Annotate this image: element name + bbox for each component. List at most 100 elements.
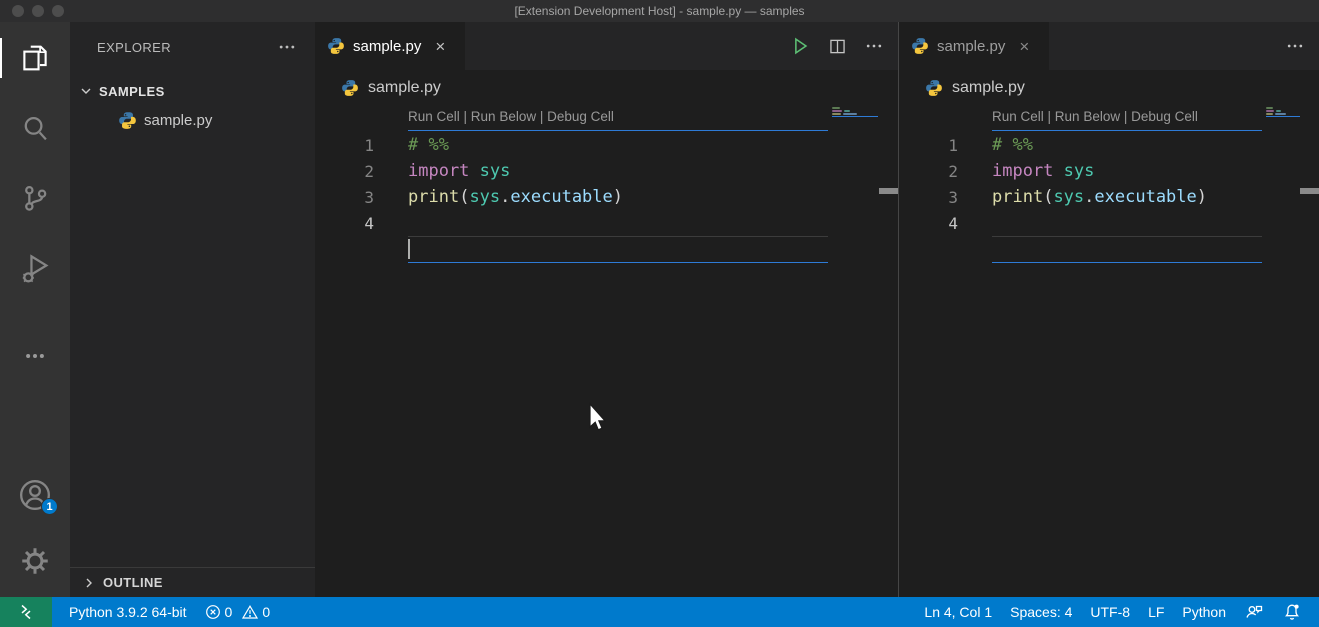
sidebar-section-samples[interactable]: SAMPLES: [70, 79, 315, 103]
tab-sample-py[interactable]: sample.py ×: [315, 22, 465, 70]
codelens-separator: |: [1043, 109, 1055, 124]
code-token: sys: [1063, 161, 1095, 181]
codelens-link[interactable]: Run Below: [471, 109, 536, 124]
explorer-view-button[interactable]: [0, 34, 70, 82]
more-views-button[interactable]: [0, 332, 70, 380]
editor-group-2: sample.py × sample.py Run Cell | Run Bel…: [899, 22, 1319, 597]
minimap[interactable]: [1266, 107, 1300, 117]
eol-status[interactable]: LF: [1139, 597, 1173, 627]
run-python-file-button[interactable]: [789, 35, 811, 57]
line-content: import sys: [958, 161, 1094, 181]
zoom-window-button[interactable]: [52, 5, 64, 17]
code-line[interactable]: 3 print(sys.executable): [315, 184, 898, 210]
codelens-link[interactable]: Debug Cell: [1131, 109, 1198, 124]
code-line[interactable]: 4: [899, 210, 1319, 236]
tab-sample-py[interactable]: sample.py ×: [899, 22, 1049, 70]
code-token: ): [612, 187, 624, 207]
python-icon: [925, 79, 943, 97]
tab-label: sample.py: [353, 37, 422, 55]
cell-border-top: [408, 130, 828, 131]
status-bar: Python 3.9.2 64-bit 0 0 Ln 4, Col 1 Spac…: [0, 597, 1319, 627]
mouse-cursor: [583, 402, 607, 434]
cursor-position-status[interactable]: Ln 4, Col 1: [915, 597, 1001, 627]
minimize-window-button[interactable]: [32, 5, 44, 17]
breadcrumb[interactable]: sample.py: [899, 70, 1319, 106]
run-debug-view-button[interactable]: [0, 244, 70, 292]
codelens: Run Cell | Run Below | Debug Cell: [992, 109, 1198, 124]
code-token: .: [500, 187, 511, 207]
interpreter-label: Python 3.9.2 64-bit: [69, 604, 187, 620]
code-token: executable: [1094, 187, 1197, 207]
line-number: 4: [364, 213, 374, 233]
line-number: 1: [364, 135, 374, 155]
problems-status[interactable]: 0 0: [196, 597, 286, 627]
breadcrumb[interactable]: sample.py: [315, 70, 898, 106]
encoding-status[interactable]: UTF-8: [1081, 597, 1139, 627]
eol-label: LF: [1148, 604, 1165, 620]
more-actions-button[interactable]: [864, 36, 884, 56]
codelens-link[interactable]: Run Cell: [992, 109, 1044, 124]
breadcrumb-file[interactable]: sample.py: [952, 79, 1025, 97]
remote-indicator[interactable]: [0, 597, 52, 627]
code-line[interactable]: 1 # %%: [899, 132, 1319, 158]
chevron-down-icon: [78, 83, 94, 99]
error-icon: [205, 604, 221, 620]
close-tab-icon[interactable]: ×: [1019, 38, 1029, 55]
split-editor-button[interactable]: [827, 36, 848, 57]
code-token: print: [408, 187, 460, 207]
feedback-button[interactable]: [1235, 597, 1273, 627]
manage-settings-button[interactable]: [0, 537, 70, 585]
codelens-separator: |: [536, 109, 548, 124]
code-token: sys: [479, 161, 511, 181]
code-editor[interactable]: Run Cell | Run Below | Debug Cell 1 # %% 2…: [315, 106, 898, 597]
python-interpreter-status[interactable]: Python 3.9.2 64-bit: [60, 597, 196, 627]
close-tab-icon[interactable]: ×: [435, 38, 445, 55]
line-content: print(sys.executable): [374, 187, 623, 207]
code-token: sys: [1053, 187, 1085, 207]
code-line[interactable]: 2 import sys: [315, 158, 898, 184]
sidebar-section-outline[interactable]: OUTLINE: [70, 567, 315, 597]
search-view-button[interactable]: [0, 104, 70, 152]
code-token: import: [992, 161, 1064, 181]
minimap[interactable]: [832, 107, 878, 117]
codelens-link[interactable]: Debug Cell: [547, 109, 614, 124]
scrollbar-cursor-marker[interactable]: [1300, 188, 1319, 194]
code-line[interactable]: 1 # %%: [315, 132, 898, 158]
activity-bar: 1: [0, 22, 70, 597]
code-line[interactable]: 3 print(sys.executable): [899, 184, 1319, 210]
sidebar-title: EXPLORER: [97, 39, 172, 55]
cell-border-top: [992, 130, 1262, 131]
close-window-button[interactable]: [12, 5, 24, 17]
accounts-button[interactable]: 1: [0, 471, 70, 519]
python-icon: [911, 37, 929, 55]
warning-icon: [242, 604, 259, 620]
line-content: # %%: [374, 135, 449, 155]
search-icon: [18, 111, 52, 145]
section-label: SAMPLES: [99, 83, 165, 99]
bell-icon: [1282, 602, 1302, 622]
scrollbar-cursor-marker[interactable]: [879, 188, 898, 194]
code-lines: 1 # %% 2 import sys 3 print(sys.executable) 4: [315, 132, 898, 236]
indentation-status[interactable]: Spaces: 4: [1001, 597, 1081, 627]
more-actions-button[interactable]: [1285, 36, 1305, 56]
settings-gear-icon: [17, 543, 53, 579]
line-number: 2: [948, 161, 958, 181]
code-token: sys: [469, 187, 501, 207]
title-bar: [Extension Development Host] - sample.py…: [0, 0, 1319, 22]
code-editor[interactable]: Run Cell | Run Below | Debug Cell 1 # %% 2…: [899, 106, 1319, 597]
source-control-view-button[interactable]: [0, 174, 70, 222]
explorer-actions-button[interactable]: [277, 37, 297, 57]
file-item-sample-py[interactable]: sample.py: [70, 106, 315, 134]
line-content: import sys: [374, 161, 510, 181]
editor-area: sample.py × sample.py Run Cell | Run Bel…: [315, 22, 1319, 597]
notifications-button[interactable]: [1273, 597, 1311, 627]
breadcrumb-file[interactable]: sample.py: [368, 79, 441, 97]
codelens-link[interactable]: Run Cell: [408, 109, 460, 124]
codelens-link[interactable]: Run Below: [1055, 109, 1120, 124]
code-line[interactable]: 2 import sys: [899, 158, 1319, 184]
current-line-border: [992, 236, 1262, 237]
code-token: ): [1196, 187, 1208, 207]
code-lines: 1 # %% 2 import sys 3 print(sys.executable) 4: [899, 132, 1319, 236]
code-line[interactable]: 4: [315, 210, 898, 236]
language-mode-status[interactable]: Python: [1173, 597, 1235, 627]
